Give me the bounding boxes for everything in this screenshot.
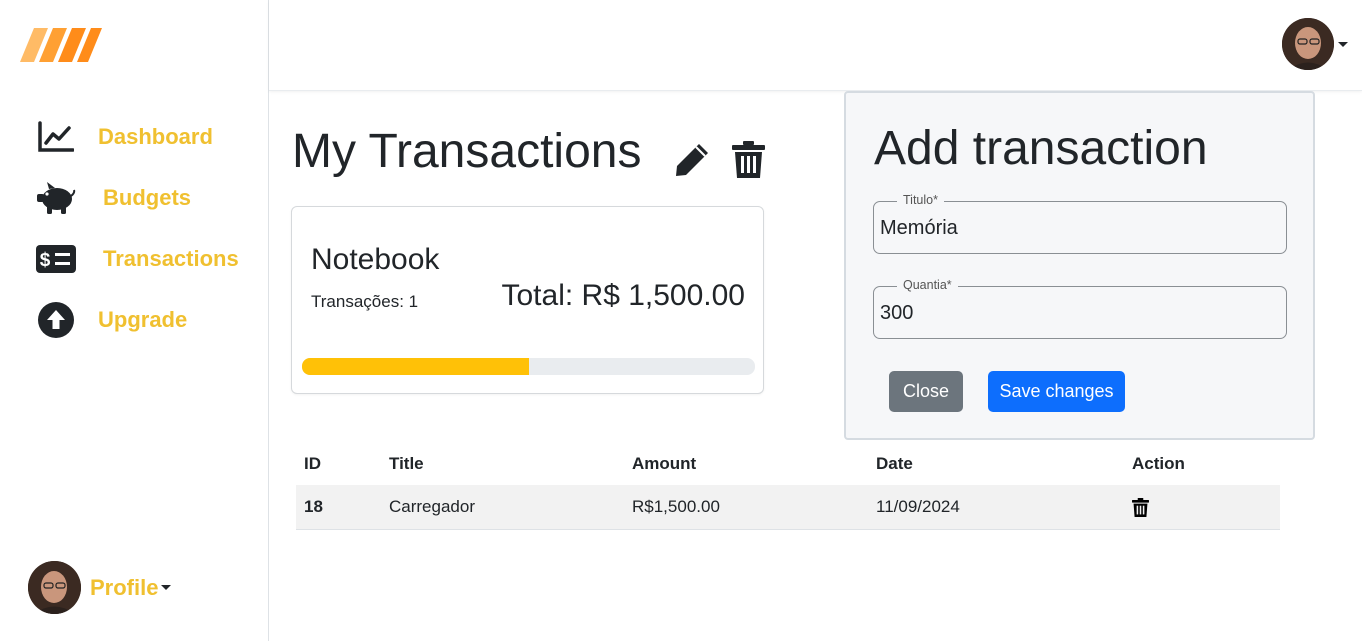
amount-field[interactable]: Quantia* [873, 278, 1287, 339]
logo-stripes-icon[interactable] [20, 28, 104, 62]
progress-bar-fill [302, 358, 529, 375]
budget-total: Total: R$ 1,500.00 [501, 279, 745, 312]
sidebar-item-upgrade[interactable]: Upgrade [36, 300, 187, 340]
money-bill-icon: $ [36, 239, 76, 279]
line-chart-icon [36, 117, 76, 157]
avatar [28, 561, 81, 614]
sidebar-item-label: Transactions [103, 246, 239, 271]
cell-amount: R$1,500.00 [624, 485, 868, 530]
user-menu[interactable] [1282, 18, 1348, 70]
amount-input[interactable] [880, 297, 1280, 329]
sidebar-item-label: Upgrade [98, 307, 188, 332]
cell-action [1124, 485, 1280, 530]
column-header-date: Date [876, 453, 913, 473]
cell-date: 11/09/2024 [868, 485, 1124, 530]
table-header-row: ID Title Amount Date Action [296, 442, 1280, 485]
save-changes-button[interactable]: Save changes [988, 371, 1125, 412]
cell-title: Carregador [381, 485, 624, 530]
trash-icon[interactable] [1132, 497, 1149, 517]
profile-label: Profile [90, 574, 159, 600]
svg-text:$: $ [40, 250, 51, 271]
transactions-table: ID Title Amount Date Action 18 Carregado… [296, 442, 1280, 530]
column-header-id: ID [304, 453, 321, 473]
title-field[interactable]: Titulo* [873, 193, 1287, 254]
amount-field-label: Quantia* [897, 278, 958, 292]
sidebar-item-transactions[interactable]: $ Transactions [36, 239, 239, 279]
pencil-icon[interactable] [674, 141, 711, 178]
budget-progress [302, 358, 755, 375]
column-header-amount: Amount [632, 453, 697, 473]
piggy-bank-icon [36, 178, 76, 218]
sidebar: Dashboard Budgets $ Transactions Upgrade… [0, 0, 269, 641]
table-row: 18 Carregador R$1,500.00 11/09/2024 [296, 485, 1280, 530]
budget-card[interactable]: Notebook Transações: 1 Total: R$ 1,500.0… [291, 206, 764, 394]
column-header-title: Title [389, 453, 424, 473]
transaction-count: Transações: 1 [311, 292, 419, 311]
sidebar-item-label: Budgets [103, 185, 191, 210]
cell-id: 18 [296, 485, 381, 530]
sidebar-item-dashboard[interactable]: Dashboard [36, 117, 213, 157]
avatar [1282, 18, 1334, 70]
sidebar-item-budgets[interactable]: Budgets [36, 178, 191, 218]
add-transaction-modal: Add transaction Titulo* Quantia* Close S… [844, 91, 1315, 440]
title-input[interactable] [880, 212, 1280, 244]
modal-title: Add transaction [874, 122, 1208, 175]
column-header-action: Action [1132, 453, 1185, 473]
arrow-up-circle-icon [36, 300, 76, 340]
close-button[interactable]: Close [889, 371, 963, 412]
sidebar-item-label: Dashboard [98, 124, 213, 149]
title-field-label: Titulo* [897, 193, 944, 207]
profile-menu[interactable]: Profile [28, 561, 172, 614]
budget-name: Notebook [311, 243, 440, 276]
trash-icon[interactable] [732, 141, 765, 178]
chevron-down-icon [1338, 41, 1348, 47]
page-title: My Transactions [292, 125, 642, 178]
chevron-down-icon [161, 585, 172, 590]
top-navbar [269, 0, 1362, 91]
